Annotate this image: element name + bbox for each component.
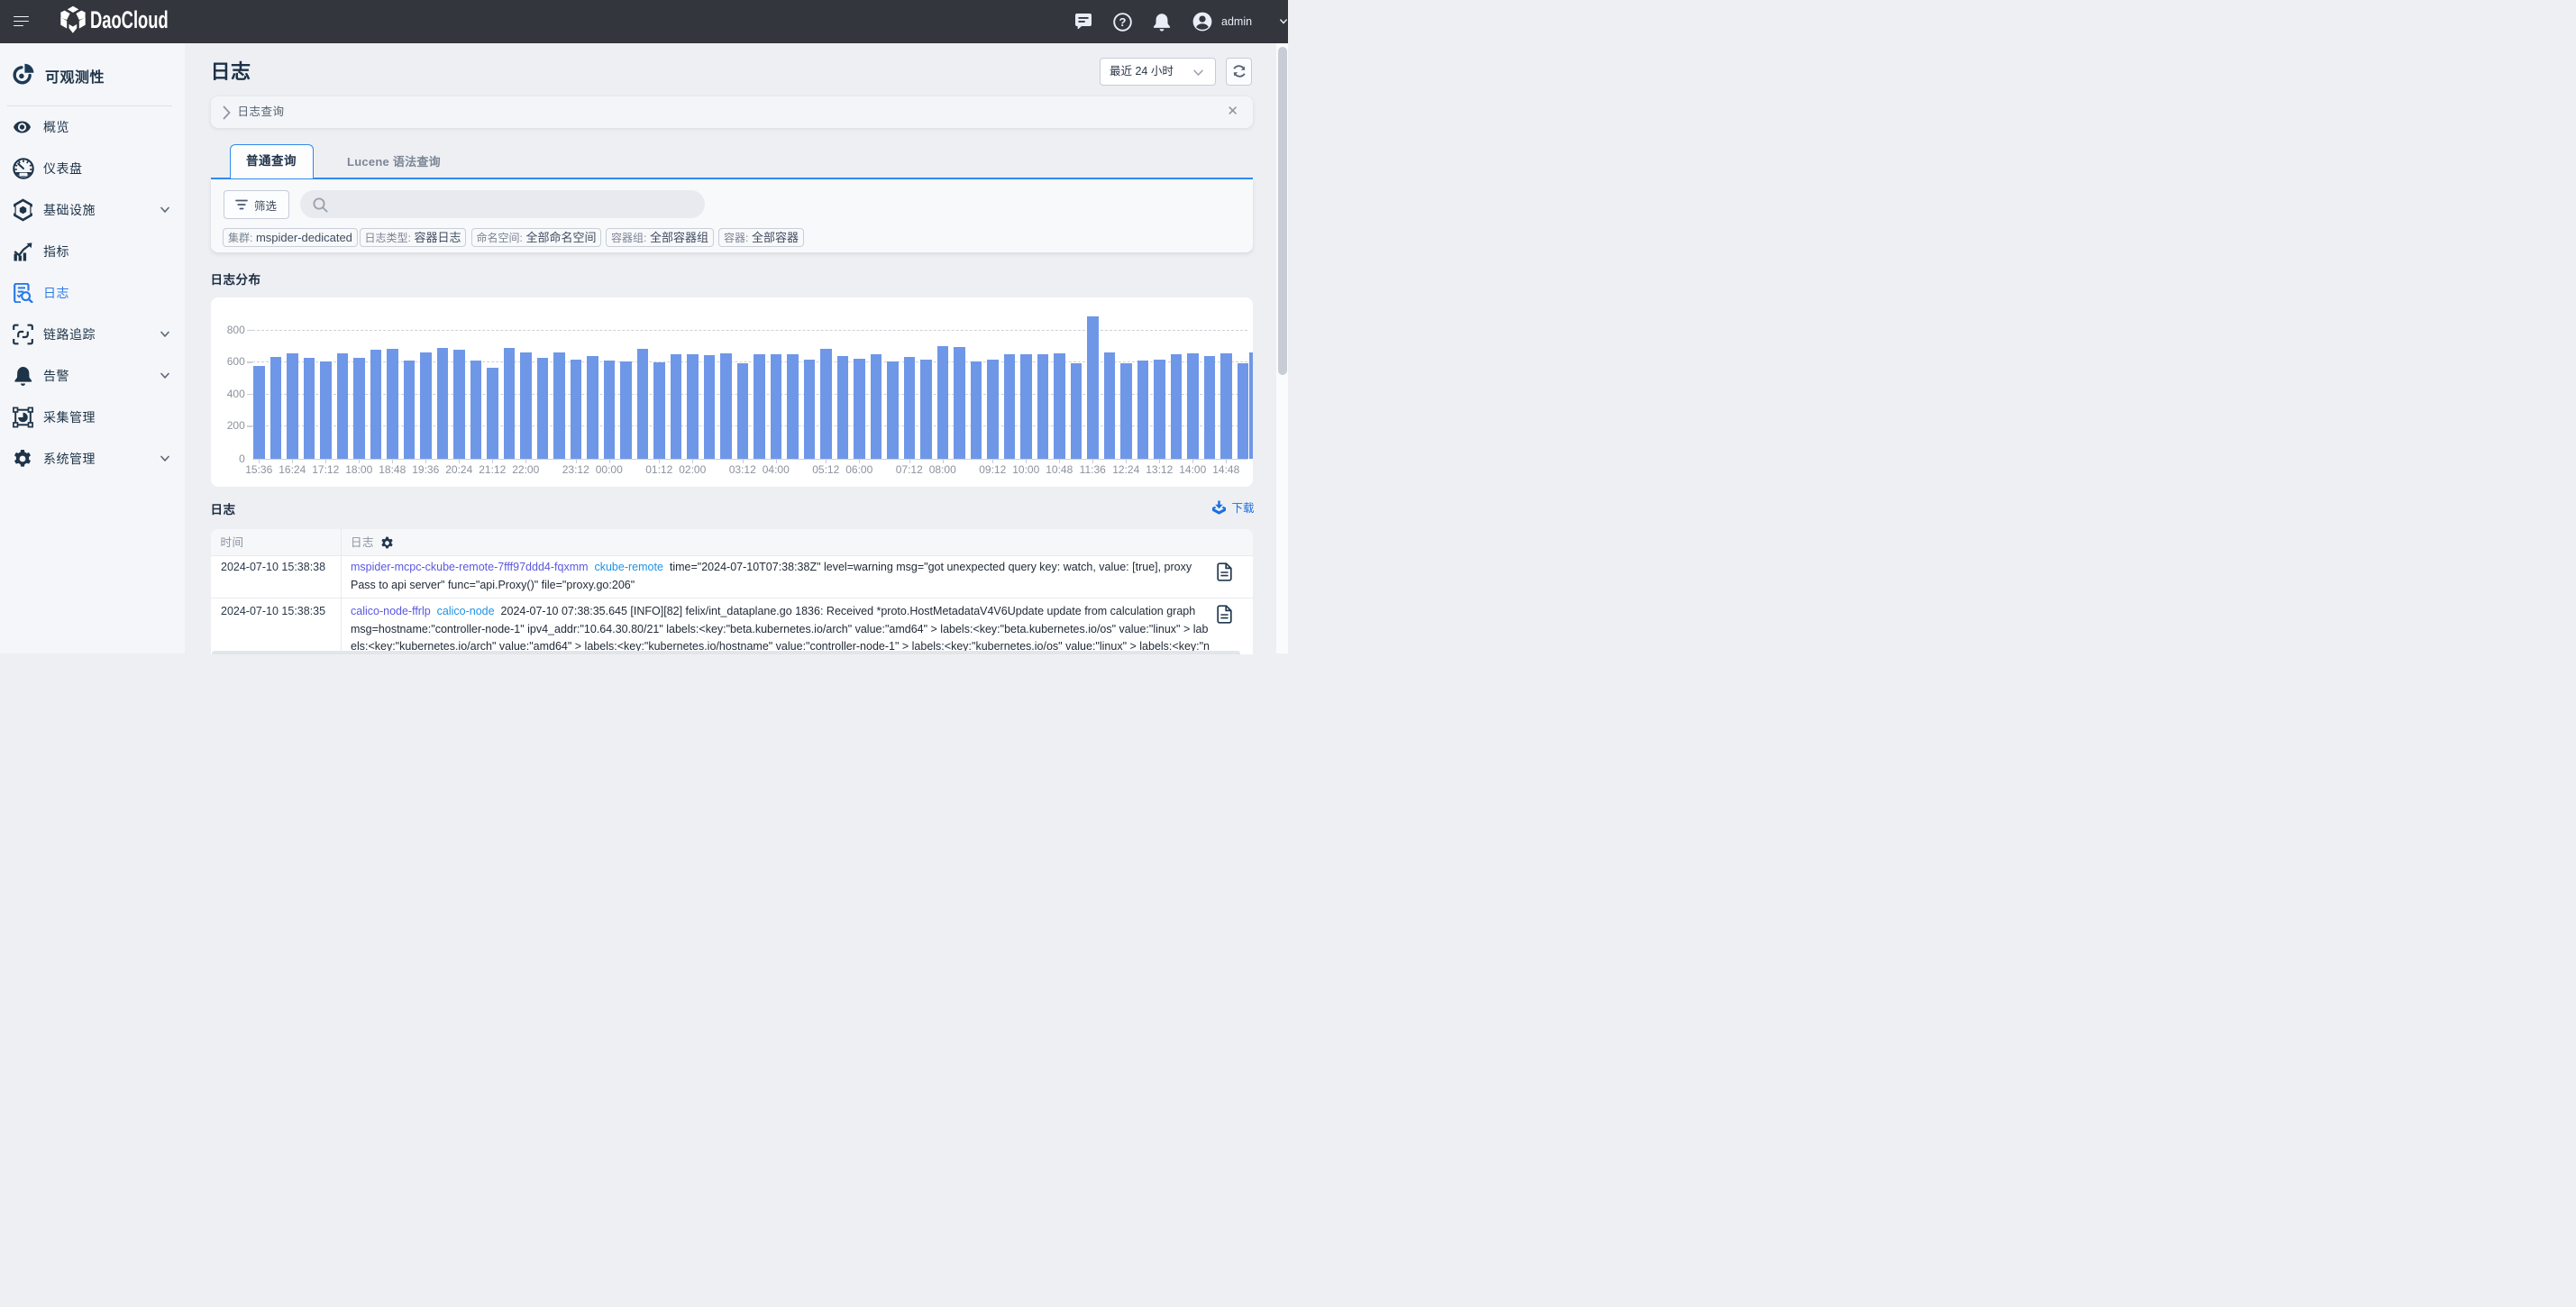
svg-text:?: ? bbox=[1119, 15, 1127, 29]
